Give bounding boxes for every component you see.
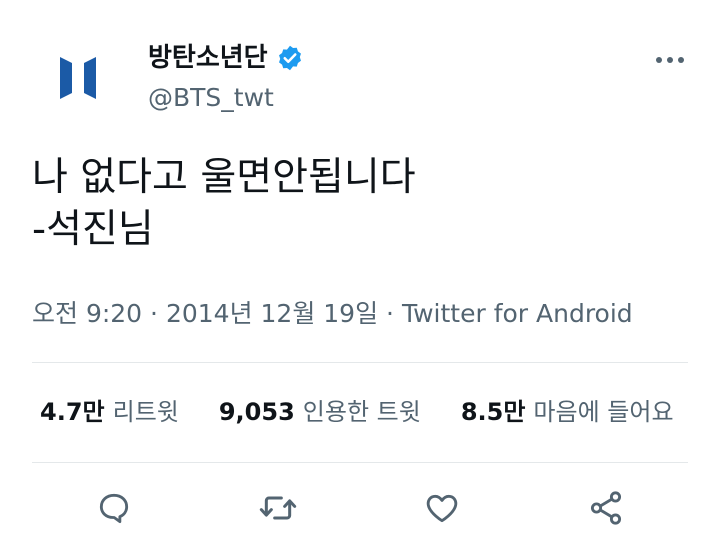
share-icon xyxy=(590,491,622,525)
meta-separator: · xyxy=(150,299,158,328)
tweet-source-link[interactable]: Twitter for Android xyxy=(402,299,633,328)
bts-logo-icon xyxy=(60,57,96,99)
retweet-label: 리트윗 xyxy=(112,398,179,426)
tweet-time[interactable]: 오전 9:20 xyxy=(32,299,142,328)
share-button[interactable] xyxy=(584,486,628,530)
like-icon xyxy=(426,494,458,523)
quote-tweets-stat[interactable]: 9,053 인용한 트윗 xyxy=(219,392,421,432)
tweet-stats: 4.7만 리트윗 9,053 인용한 트윗 8.5만 마음에 들어요 xyxy=(40,392,674,432)
retweets-stat[interactable]: 4.7만 리트윗 xyxy=(40,392,179,432)
meta-separator: · xyxy=(386,299,394,328)
quote-count: 9,053 xyxy=(218,398,295,426)
like-button[interactable] xyxy=(420,486,464,530)
reply-icon xyxy=(99,493,129,524)
tweet-meta: 오전 9:20 · 2014년 12월 19일 · Twitter for An… xyxy=(32,294,633,334)
display-name[interactable]: 방탄소년단 xyxy=(148,40,268,76)
action-bar xyxy=(0,486,720,530)
retweet-icon xyxy=(259,496,297,520)
retweet-button[interactable] xyxy=(256,486,300,530)
reply-button[interactable] xyxy=(92,486,136,530)
more-icon xyxy=(656,57,684,63)
like-label: 마음에 들어요 xyxy=(533,398,674,426)
tweet-text: 나 없다고 울면안됩니다 -석진님 xyxy=(32,155,416,252)
divider xyxy=(32,462,688,463)
verified-badge-icon xyxy=(276,44,304,72)
retweet-count: 4.7만 xyxy=(40,398,105,426)
divider xyxy=(32,362,688,363)
likes-stat[interactable]: 8.5만 마음에 들어요 xyxy=(461,392,674,432)
tweet-date[interactable]: 2014년 12월 19일 xyxy=(166,299,378,328)
user-handle[interactable]: @BTS_twt xyxy=(148,80,274,116)
like-count: 8.5만 xyxy=(460,398,526,426)
display-name-row[interactable]: 방탄소년단 xyxy=(148,40,304,76)
avatar[interactable] xyxy=(34,34,122,122)
more-options-button[interactable] xyxy=(654,44,686,76)
quote-label: 인용한 트윗 xyxy=(302,398,421,426)
